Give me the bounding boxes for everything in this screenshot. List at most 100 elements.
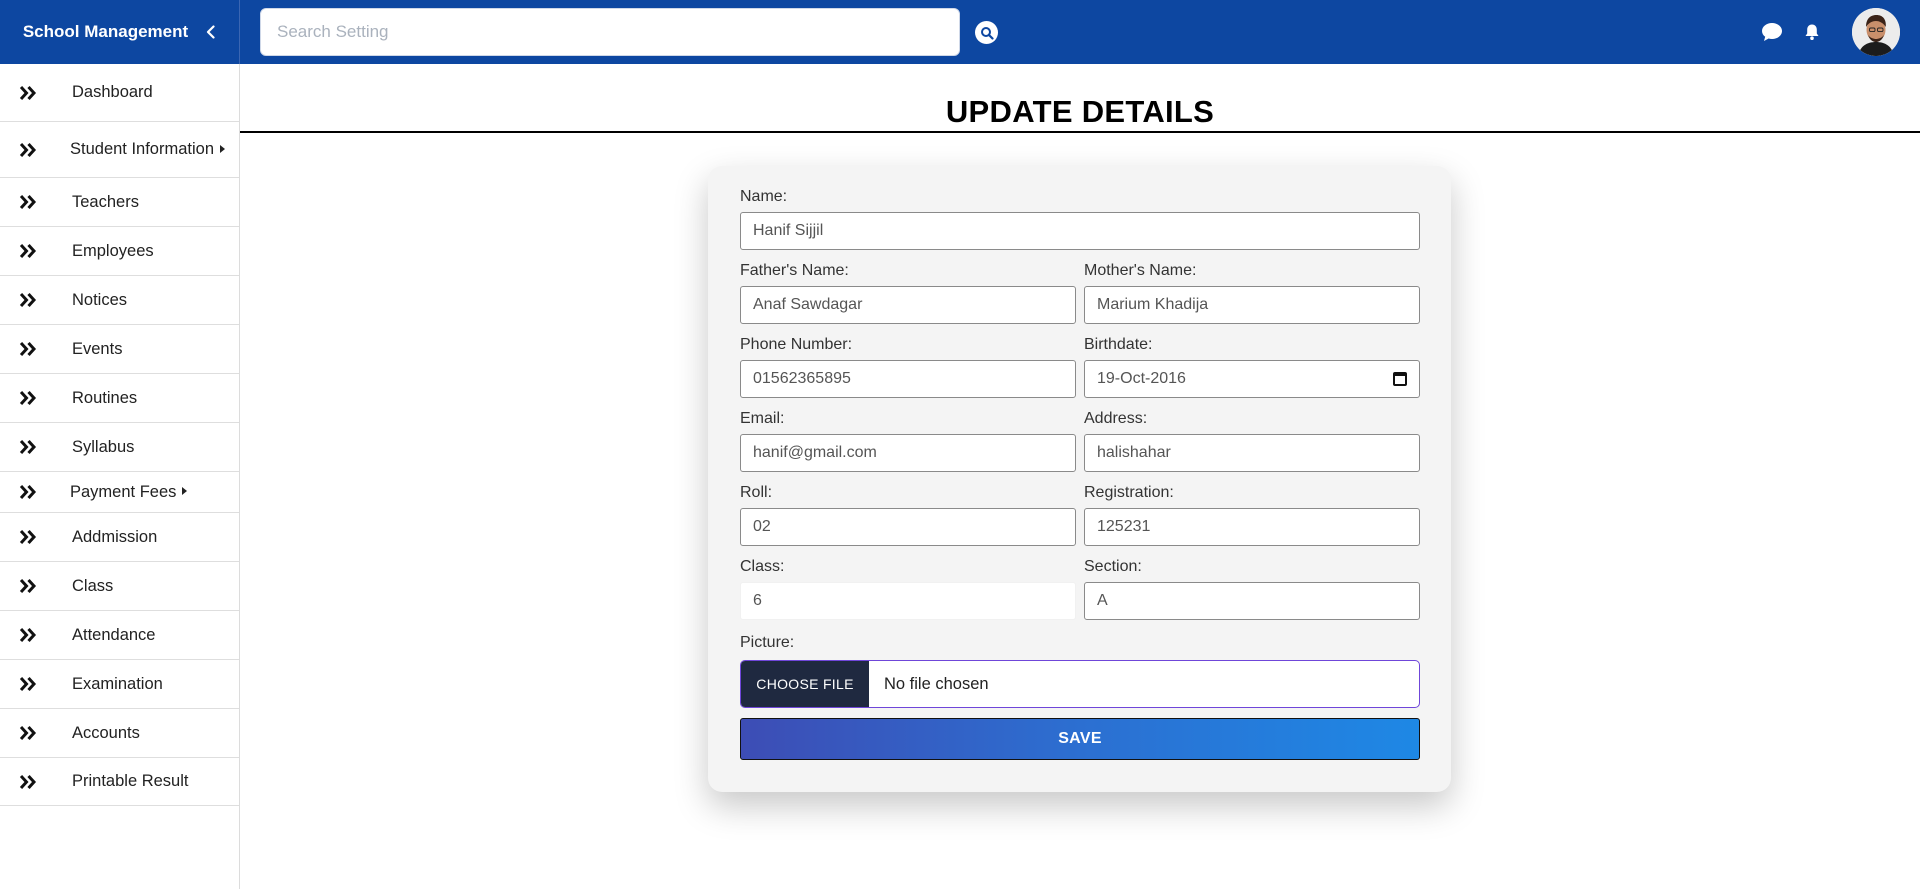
sidebar-item-printable-result[interactable]: Printable Result	[0, 758, 239, 806]
brand-title: School Management	[22, 22, 189, 41]
phone-field[interactable]: 01562365895	[740, 360, 1076, 398]
double-chevron-right-icon	[18, 437, 38, 457]
sidebar-item-syllabus[interactable]: Syllabus	[0, 423, 239, 472]
sidebar-item-label: Attendance	[72, 625, 156, 644]
sidebar-item-label: Examination	[72, 674, 163, 693]
caret-right-icon	[182, 487, 188, 496]
sidebar: Dashboard Student Information Teachers E…	[0, 64, 240, 889]
double-chevron-right-icon	[18, 576, 38, 596]
choose-file-button[interactable]: CHOOSE FILE	[741, 661, 869, 707]
double-chevron-right-icon	[18, 140, 38, 160]
top-bar: School Management	[0, 0, 1920, 64]
sidebar-item-label: Addmission	[72, 527, 158, 546]
sidebar-item-student-information[interactable]: Student Information	[0, 122, 239, 178]
email-field[interactable]: hanif@gmail.com	[740, 434, 1076, 472]
double-chevron-right-icon	[18, 772, 38, 792]
mother-name-label: Mother's Name:	[1084, 262, 1197, 279]
registration-value: 125231	[1097, 518, 1151, 535]
address-value: halishahar	[1097, 444, 1171, 461]
sidebar-item-label: Teachers	[72, 192, 139, 211]
sidebar-item-label: Payment Fees	[70, 482, 188, 502]
sidebar-item-addmission[interactable]: Addmission	[0, 513, 239, 562]
double-chevron-right-icon	[18, 527, 38, 547]
class-label: Class:	[740, 558, 785, 575]
sidebar-item-label: Printable Result	[72, 772, 189, 790]
sidebar-item-label: Student Information	[70, 140, 226, 159]
sidebar-item-attendance[interactable]: Attendance	[0, 611, 239, 660]
registration-label: Registration:	[1084, 484, 1174, 501]
birthdate-value: 19-Oct-2016	[1097, 370, 1186, 387]
class-value: 6	[753, 592, 762, 609]
sidebar-item-accounts[interactable]: Accounts	[0, 709, 239, 758]
address-field[interactable]: halishahar	[1084, 434, 1420, 472]
chevron-left-icon[interactable]	[201, 22, 221, 42]
sidebar-item-label: Routines	[72, 388, 138, 407]
sidebar-item-text: Student Information	[70, 140, 215, 158]
double-chevron-right-icon	[18, 192, 38, 212]
double-chevron-right-icon	[18, 290, 38, 310]
double-chevron-right-icon	[18, 339, 38, 359]
page-title: UPDATE DETAILS	[945, 94, 1215, 129]
chat-icon[interactable]	[1760, 20, 1784, 44]
name-value: Hanif Sijjil	[753, 222, 824, 239]
main-content: UPDATE DETAILS Name: Hanif Sijjil Father…	[240, 64, 1920, 889]
birthdate-label: Birthdate:	[1084, 336, 1153, 353]
phone-label: Phone Number:	[740, 336, 853, 353]
double-chevron-right-icon	[18, 83, 38, 103]
sidebar-item-employees[interactable]: Employees	[0, 227, 239, 276]
sidebar-item-text: Payment Fees	[70, 482, 177, 501]
birthdate-field[interactable]: 19-Oct-2016	[1084, 360, 1420, 398]
sidebar-item-label: Notices	[72, 290, 128, 309]
bell-icon[interactable]	[1800, 20, 1824, 44]
picture-label: Picture:	[740, 634, 795, 651]
section-value: A	[1097, 592, 1108, 609]
sidebar-item-label: Class	[72, 576, 114, 595]
sidebar-item-routines[interactable]: Routines	[0, 374, 239, 423]
caret-right-icon	[220, 144, 226, 153]
sidebar-item-label: Syllabus	[72, 437, 135, 456]
name-label: Name:	[740, 188, 788, 205]
sidebar-item-examination[interactable]: Examination	[0, 660, 239, 709]
address-label: Address:	[1084, 410, 1148, 427]
sidebar-item-payment-fees[interactable]: Payment Fees	[0, 472, 239, 513]
calendar-icon[interactable]	[1393, 372, 1407, 386]
sidebar-item-label: Dashboard	[72, 83, 153, 101]
sidebar-item-events[interactable]: Events	[0, 325, 239, 374]
class-field[interactable]: 6	[740, 582, 1076, 620]
roll-field[interactable]: 02	[740, 508, 1076, 546]
mother-name-value: Marium Khadija	[1097, 296, 1209, 313]
avatar[interactable]	[1852, 8, 1900, 56]
save-button[interactable]: SAVE	[740, 718, 1420, 760]
roll-value: 02	[753, 518, 771, 535]
sidebar-item-label: Events	[72, 339, 123, 358]
double-chevron-right-icon	[18, 482, 38, 502]
sidebar-item-label: Accounts	[72, 723, 140, 742]
double-chevron-right-icon	[18, 674, 38, 694]
email-value: hanif@gmail.com	[753, 444, 877, 461]
section-label: Section:	[1084, 558, 1142, 575]
father-name-label: Father's Name:	[740, 262, 849, 279]
sidebar-item-notices[interactable]: Notices	[0, 276, 239, 325]
phone-value: 01562365895	[753, 370, 851, 387]
update-form-card: Name: Hanif Sijjil Father's Name: Anaf S…	[708, 166, 1451, 792]
roll-label: Roll:	[740, 484, 773, 501]
sidebar-item-teachers[interactable]: Teachers	[0, 178, 239, 227]
mother-name-field[interactable]: Marium Khadija	[1084, 286, 1420, 324]
email-label: Email:	[740, 410, 785, 427]
search-icon[interactable]	[975, 21, 998, 44]
brand: School Management	[0, 0, 240, 64]
sidebar-item-label: Employees	[72, 241, 154, 260]
father-name-field[interactable]: Anaf Sawdagar	[740, 286, 1076, 324]
search-input[interactable]	[261, 9, 959, 55]
sidebar-item-class[interactable]: Class	[0, 562, 239, 611]
section-field[interactable]: A	[1084, 582, 1420, 620]
name-field[interactable]: Hanif Sijjil	[740, 212, 1420, 250]
double-chevron-right-icon	[18, 388, 38, 408]
registration-field[interactable]: 125231	[1084, 508, 1420, 546]
picture-file-input: CHOOSE FILE No file chosen	[740, 660, 1420, 708]
sidebar-item-dashboard[interactable]: Dashboard	[0, 64, 239, 122]
title-divider	[240, 131, 1920, 133]
search-box	[260, 8, 960, 56]
double-chevron-right-icon	[18, 723, 38, 743]
double-chevron-right-icon	[18, 625, 38, 645]
